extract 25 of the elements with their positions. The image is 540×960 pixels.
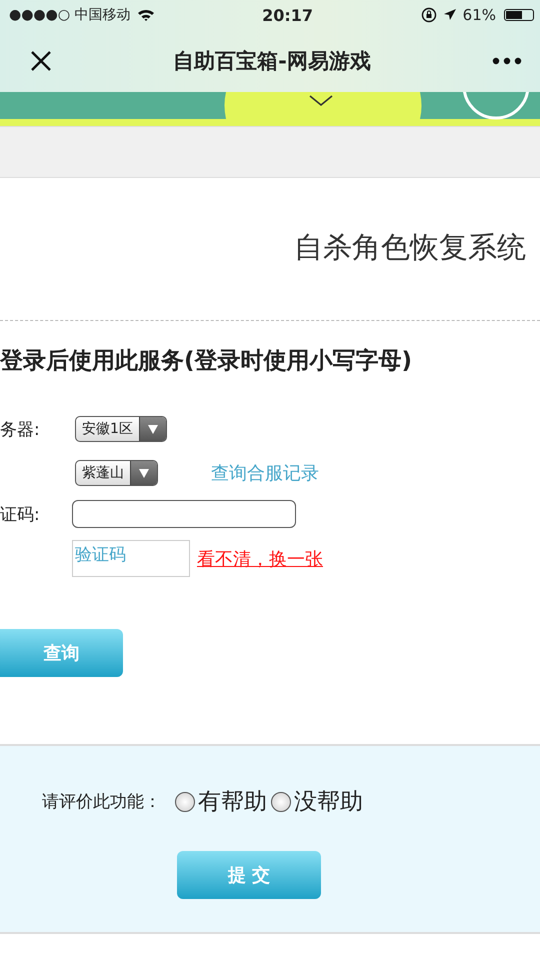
- rating-label: 请评价此功能：: [42, 791, 161, 813]
- dropdown-icon: [148, 424, 158, 434]
- location-icon: [442, 8, 457, 22]
- clock: 20:17: [262, 6, 314, 24]
- more-icon[interactable]: [492, 57, 522, 65]
- page-title: 自杀角色恢复系统: [293, 229, 527, 266]
- server-select[interactable]: 安徽1区: [75, 416, 167, 442]
- radio-button[interactable]: [175, 792, 195, 812]
- carrier-label: ●●●●○ 中国移动: [9, 6, 131, 24]
- refresh-captcha-link[interactable]: 看不清，换一张: [197, 546, 323, 570]
- captcha-image: 验证码: [72, 540, 190, 577]
- battery-percent: 61%: [462, 6, 496, 24]
- battery-icon: [504, 9, 534, 21]
- close-icon[interactable]: [30, 50, 52, 72]
- dropdown-icon: [139, 468, 149, 478]
- rotation-lock-icon: [420, 7, 437, 23]
- server-label: 务器:: [0, 418, 41, 440]
- captcha-label: 证码:: [0, 504, 41, 526]
- captcha-field[interactable]: [72, 500, 296, 528]
- radio-label[interactable]: 有帮助: [198, 786, 267, 817]
- wifi-icon: [136, 8, 155, 22]
- radio-label[interactable]: 没帮助: [294, 786, 363, 817]
- subserver-select[interactable]: 紫蓬山: [75, 460, 158, 486]
- window-title: 自助百宝箱-网易游戏: [173, 48, 371, 75]
- radio-button[interactable]: [271, 792, 291, 812]
